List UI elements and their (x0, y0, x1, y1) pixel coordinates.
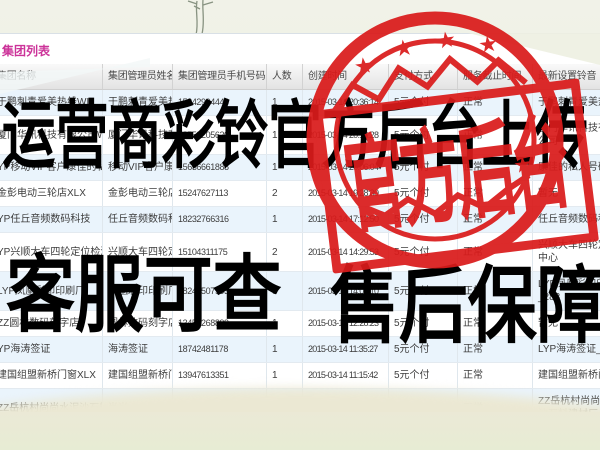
table-cell: 5元个付 (389, 207, 458, 232)
column-header: 支付方式 (389, 64, 458, 89)
table-header-row: 集团名称集团管理员姓名集团管理员手机号码人数创建时间支付方式服务截止时间最新设置… (0, 64, 600, 90)
watermark-line1: 运营商彩铃官方后台上传 (2, 99, 588, 173)
table-cell: 建国组盟新桥门窗XLX (0, 363, 103, 388)
column-header: 最新设置铃音 (533, 64, 600, 89)
table-cell: 2015-03-14 17:12:50 (303, 207, 389, 232)
table-cell: 2015-03-14 11:15:42 (303, 363, 389, 388)
table-cell: 15247627113 (173, 181, 267, 206)
table-cell: 2 (267, 181, 303, 206)
table-cell: 1 (267, 207, 303, 232)
table-cell: 5元个付 (389, 363, 458, 388)
column-header: 集团管理员姓名 (103, 64, 173, 89)
background-bottom-band (0, 412, 600, 450)
table-cell: 正常 (458, 207, 533, 232)
table-row[interactable]: 建国组盟新桥门窗XLX建国组盟新桥门窗1394761335112015-03-1… (0, 363, 600, 389)
table-cell: 暂无 (533, 181, 600, 206)
column-header: 人数 (267, 64, 303, 89)
table-cell: 1 (267, 363, 303, 388)
column-header: 集团管理员手机号码 (173, 64, 267, 89)
table-cell: 建国组盟新桥门窗 (103, 363, 173, 388)
table-row[interactable]: 金彭电动三轮店XLX金彭电动三轮店1524762711322015-03-14 … (0, 181, 600, 207)
table-cell: YP任丘音频数码科技 (0, 207, 103, 232)
watermark-line2-left: 客服可查 (6, 253, 282, 337)
table-cell: 金彭电动三轮店 (103, 181, 173, 206)
table-cell: 任丘音频数码科技 (103, 207, 173, 232)
table-cell: 2015-03-14 19:28:30 (303, 181, 389, 206)
screenshot-root: 集团列表 集团名称集团管理员姓名集团管理员手机号码人数创建时间支付方式服务截止时… (0, 0, 600, 450)
table-cell: 18232766316 (173, 207, 267, 232)
page-title: 集团列表 (2, 42, 50, 59)
table-cell: 正常 (458, 181, 533, 206)
table-cell: 建国组盟新桥门窗 (533, 363, 600, 388)
column-header: 服务截止时间 (458, 64, 533, 89)
table-cell: 5元个付 (389, 181, 458, 206)
background-sketch (170, 0, 230, 36)
column-header: 集团名称 (0, 64, 103, 89)
table-cell: 金彭电动三轮店XLX (0, 181, 103, 206)
column-header: 创建时间 (303, 64, 389, 89)
table-cell: 任丘音频数码科技 (533, 207, 600, 232)
watermark-line2-right: 售后保障 (330, 264, 600, 348)
table-row[interactable]: YP任丘音频数码科技任丘音频数码科技1823276631612015-03-14… (0, 207, 600, 233)
table-cell: 13947613351 (173, 363, 267, 388)
table-cell: 正常 (458, 363, 533, 388)
